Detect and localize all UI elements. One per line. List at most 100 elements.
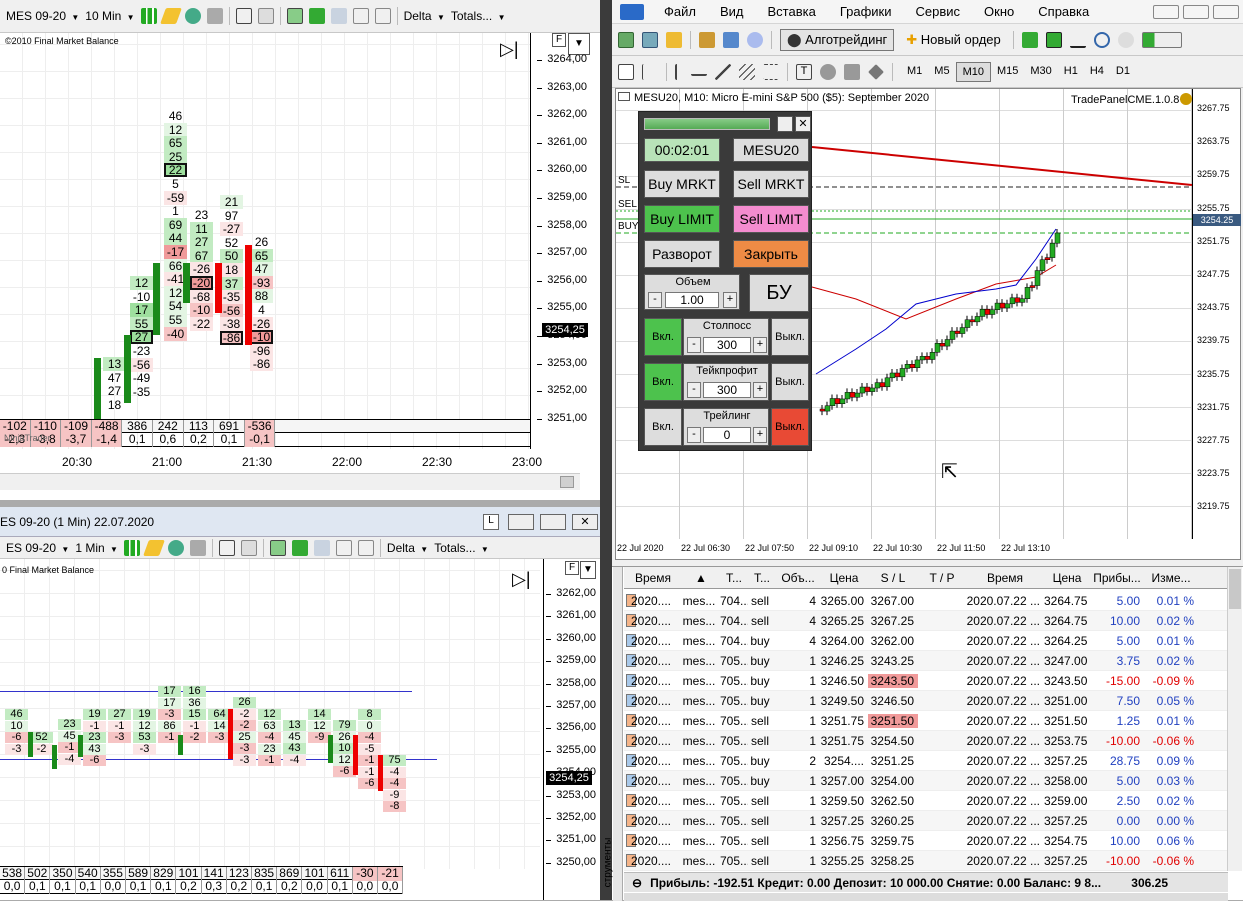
- ellipse-icon[interactable]: [820, 63, 836, 80]
- profiles-icon[interactable]: [642, 31, 658, 48]
- breakeven-button[interactable]: БУ: [749, 274, 809, 312]
- templates-icon[interactable]: [374, 8, 391, 24]
- crosshair-icon[interactable]: [184, 8, 201, 24]
- magnifier-icon[interactable]: [240, 539, 257, 556]
- panel-close-button[interactable]: ✕: [795, 116, 811, 132]
- stoploss-off-button[interactable]: Выкл.: [771, 318, 809, 356]
- footprint-icon[interactable]: [286, 8, 303, 24]
- column-header[interactable]: Т...: [748, 571, 776, 585]
- indicator-select[interactable]: Delta ▼: [387, 541, 428, 555]
- terminal-icon[interactable]: [723, 31, 739, 48]
- table-row[interactable]: 2020.... mes... 704... buy 4 3264.00 3262.00 20…: [624, 631, 1228, 651]
- candle-chart-icon[interactable]: [1045, 31, 1062, 48]
- bar-chart-icon[interactable]: [1021, 31, 1038, 48]
- select-icon[interactable]: [235, 8, 252, 24]
- interval-select[interactable]: 1 Min ▼: [75, 541, 118, 555]
- properties-icon[interactable]: [313, 539, 330, 556]
- column-header[interactable]: Прибы...: [1090, 571, 1144, 585]
- stoploss-input[interactable]: 300: [703, 337, 751, 353]
- footprint-icon[interactable]: [269, 539, 286, 556]
- trailing-minus-button[interactable]: -: [687, 427, 701, 443]
- buy-limit-button[interactable]: Buy LIMIT: [644, 205, 720, 233]
- new-order-button[interactable]: ✚ Новый ордер: [902, 30, 1004, 50]
- menu-insert[interactable]: Вставка: [756, 4, 828, 19]
- table-row[interactable]: 2020.... mes... 705... buy 1 3246.50 3243.50 20…: [624, 671, 1228, 691]
- child-restore-button[interactable]: [1183, 4, 1209, 19]
- takeprofit-off-button[interactable]: Выкл.: [771, 363, 809, 401]
- text-icon[interactable]: T: [796, 63, 812, 80]
- volume-plus-button[interactable]: +: [723, 292, 737, 308]
- crosshair-icon[interactable]: [642, 63, 658, 80]
- column-header[interactable]: S / L: [868, 571, 918, 585]
- chart-style-icon[interactable]: [291, 539, 308, 556]
- panel-minimize-button[interactable]: [777, 116, 793, 132]
- table-row[interactable]: 2020.... mes... 705... buy 2 3254.... 3251.25 2…: [624, 751, 1228, 771]
- data-box-icon[interactable]: [335, 539, 352, 556]
- column-header[interactable]: Время: [624, 571, 682, 585]
- buy-market-button[interactable]: Buy MRKT: [644, 170, 720, 198]
- takeprofit-on-button[interactable]: Вкл.: [644, 363, 682, 401]
- table-row[interactable]: 2020.... mes... 705... sell 1 3251.75 3251.50 2…: [624, 711, 1228, 731]
- table-row[interactable]: 2020.... mes... 704... sell 4 3265.00 3267.00 2…: [624, 591, 1228, 611]
- crosshair-icon[interactable]: [167, 539, 184, 556]
- timeframe-m5-button[interactable]: M5: [928, 62, 955, 82]
- takeprofit-minus-button[interactable]: -: [687, 382, 701, 398]
- cursor-icon[interactable]: [618, 63, 634, 80]
- algotrading-button[interactable]: ⬤ Алготрейдинг: [780, 28, 895, 51]
- horizontal-line-icon[interactable]: [691, 67, 707, 76]
- instrument-select[interactable]: MES 09-20 ▼: [6, 9, 79, 23]
- bar-type-icon[interactable]: [140, 8, 157, 24]
- column-header[interactable]: T / P: [918, 571, 966, 585]
- link-icon[interactable]: L: [483, 514, 499, 530]
- close-button[interactable]: ✕: [572, 514, 598, 530]
- zoom-icon[interactable]: [206, 8, 223, 24]
- takeprofit-plus-button[interactable]: +: [753, 382, 767, 398]
- stoploss-on-button[interactable]: Вкл.: [644, 318, 682, 356]
- table-row[interactable]: 2020.... mes... 705... sell 1 3256.75 3259.75 2…: [624, 831, 1228, 851]
- templates-icon[interactable]: [357, 539, 374, 556]
- pencil-icon[interactable]: [159, 8, 182, 24]
- totals-select[interactable]: Totals... ▼: [451, 9, 506, 23]
- maximize-button[interactable]: [540, 514, 566, 530]
- timeframe-m10-button[interactable]: M10: [955, 61, 991, 82]
- timeframe-m1-button[interactable]: M1: [901, 62, 928, 82]
- bar-type-icon[interactable]: [123, 539, 140, 556]
- timeframe-m15-button[interactable]: M15: [991, 62, 1024, 82]
- table-row[interactable]: 2020.... mes... 705... buy 1 3257.00 3254.00 20…: [624, 771, 1228, 791]
- top-footprint-chart[interactable]: ©2010 Final Market Balance ▷| F ▼ 3264,0…: [0, 33, 600, 500]
- timeframe-m30-button[interactable]: M30: [1024, 62, 1057, 82]
- table-row[interactable]: 2020.... mes... 705... sell 1 3255.25 3258.25 2…: [624, 851, 1228, 871]
- column-header[interactable]: Цена: [1044, 571, 1090, 585]
- child-close-button[interactable]: [1213, 4, 1239, 19]
- instrument-select[interactable]: ES 09-20 ▼: [6, 541, 69, 555]
- column-header[interactable]: Т...: [720, 571, 748, 585]
- stoploss-minus-button[interactable]: -: [687, 337, 701, 353]
- navigator-icon[interactable]: [699, 31, 715, 48]
- trendline-icon[interactable]: [715, 63, 731, 80]
- scroll-thumb[interactable]: [560, 476, 574, 488]
- mt4-chart[interactable]: MESU20, M10: Micro E-mini S&P 500 ($5): …: [615, 88, 1241, 560]
- menu-tools[interactable]: Сервис: [904, 4, 973, 19]
- table-row[interactable]: 2020.... mes... 705... buy 1 3249.50 3246.50 20…: [624, 691, 1228, 711]
- menu-window[interactable]: Окно: [972, 4, 1026, 19]
- vertical-scrollbar[interactable]: [1227, 567, 1242, 871]
- column-header[interactable]: Изме...: [1144, 571, 1198, 585]
- table-row[interactable]: 2020.... mes... 705... sell 1 3259.50 3262.50 2…: [624, 791, 1228, 811]
- properties-icon[interactable]: [330, 8, 347, 24]
- volume-input[interactable]: 1.00: [665, 292, 719, 308]
- comment-icon[interactable]: [1117, 31, 1134, 48]
- arrows-icon[interactable]: [868, 63, 884, 80]
- table-row[interactable]: 2020.... mes... 705... sell 1 3251.75 3254.50 2…: [624, 731, 1228, 751]
- line-chart-icon[interactable]: [1069, 32, 1086, 48]
- market-watch-icon[interactable]: [666, 31, 682, 48]
- chart-style-icon[interactable]: [308, 8, 325, 24]
- table-row[interactable]: 2020.... mes... 705... sell 1 3257.25 3260.25 2…: [624, 811, 1228, 831]
- indicator-select[interactable]: Delta ▼: [404, 9, 445, 23]
- magnifier-icon[interactable]: [257, 8, 274, 24]
- zoom-icon[interactable]: [189, 539, 206, 556]
- rectangle-icon[interactable]: [844, 63, 860, 80]
- reverse-button[interactable]: Разворот: [644, 240, 720, 268]
- timeframe-d1-button[interactable]: D1: [1110, 62, 1136, 82]
- strategy-tester-icon[interactable]: [747, 31, 763, 48]
- table-row[interactable]: 2020.... mes... 704... sell 4 3265.25 3267.25 2…: [624, 611, 1228, 631]
